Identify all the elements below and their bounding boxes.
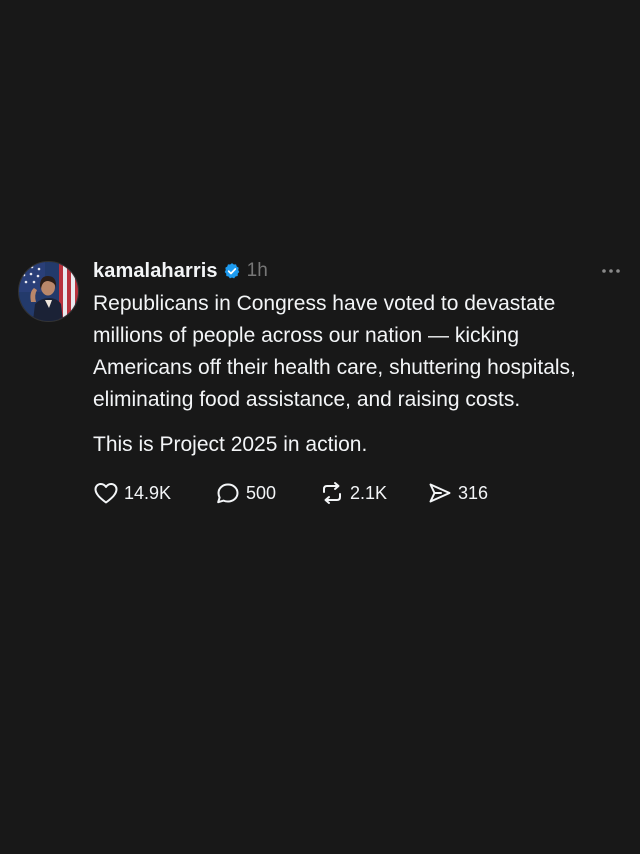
reply-count: 500 (246, 482, 277, 503)
post-header: kamalaharris 1h (93, 256, 620, 286)
comment-bubble-icon (215, 481, 241, 505)
profile-photo (19, 262, 78, 321)
avatar[interactable] (18, 261, 79, 322)
more-options-icon[interactable] (599, 262, 623, 280)
send-icon (427, 481, 453, 505)
post-paragraph: Republicans in Congress have voted to de… (93, 292, 576, 411)
post-text: Republicans in Congress have voted to de… (93, 288, 609, 461)
username[interactable]: kamalaharris (93, 260, 218, 283)
verified-badge-icon (223, 262, 241, 280)
post-content: kamalaharris 1h Republicans in Congress … (93, 256, 620, 507)
like-button[interactable]: 14.9K (93, 481, 215, 505)
post-paragraph: This is Project 2025 in action. (93, 433, 368, 456)
share-button[interactable]: 316 (427, 481, 507, 505)
reply-button[interactable]: 500 (215, 481, 319, 505)
like-count: 14.9K (124, 482, 172, 503)
share-count: 316 (458, 482, 489, 503)
heart-icon (93, 481, 119, 505)
repost-count: 2.1K (350, 482, 388, 503)
repost-button[interactable]: 2.1K (319, 481, 427, 505)
post-actions: 14.9K 500 2.1K 316 (93, 479, 613, 507)
post-timestamp: 1h (246, 260, 268, 281)
repost-icon (319, 481, 345, 505)
